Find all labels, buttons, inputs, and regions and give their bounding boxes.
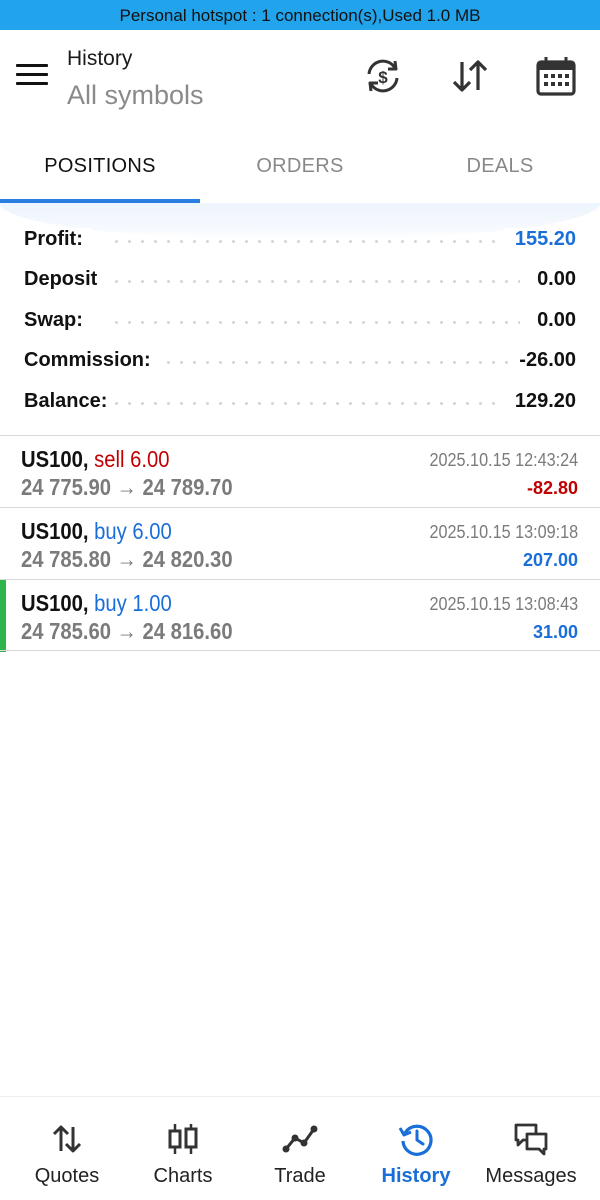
- sort-icon[interactable]: [448, 54, 492, 98]
- dotted-leader: [110, 402, 520, 405]
- nav-label: Messages: [485, 1165, 577, 1187]
- candlestick-icon: [168, 1124, 198, 1154]
- trade-time: 2025.10.15 13:08:43: [429, 594, 578, 614]
- summary-row-commission: Commission: -26.00: [0, 341, 600, 381]
- nav-charts[interactable]: Charts: [123, 1097, 243, 1200]
- quotes-arrows-icon: [52, 1125, 82, 1153]
- trade-side: buy 1.00: [94, 590, 172, 616]
- price-range: 24 775.90 → 24 789.70: [21, 474, 233, 500]
- position-row-selected[interactable]: US100, buy 1.00 24 785.60 → 24 816.60 20…: [0, 580, 600, 652]
- dotted-leader: [110, 321, 520, 324]
- dotted-leader: [110, 240, 520, 243]
- summary-label: Commission:: [24, 349, 159, 372]
- nav-messages[interactable]: Messages: [471, 1097, 591, 1200]
- summary-value: 0.00: [527, 268, 576, 291]
- calendar-icon[interactable]: [534, 54, 578, 98]
- dotted-leader: [110, 361, 520, 364]
- nav-label: History: [381, 1165, 451, 1187]
- symbol-filter[interactable]: All symbols: [67, 80, 204, 111]
- trade-profit: -82.80: [526, 478, 578, 498]
- history-clock-icon: [398, 1124, 433, 1156]
- summary-row-balance: Balance: 129.20: [0, 382, 600, 422]
- trade-side: sell 6.00: [94, 446, 170, 472]
- chat-bubbles-icon: [514, 1123, 548, 1156]
- dotted-leader: [110, 280, 520, 283]
- nav-quotes[interactable]: Quotes: [7, 1097, 127, 1200]
- tab-deals[interactable]: DEALS: [400, 130, 600, 204]
- summary-row-deposit: Deposit 0.00: [0, 260, 600, 300]
- summary-value: 129.20: [504, 390, 576, 413]
- app-bar: History All symbols $: [0, 30, 600, 130]
- summary-value: 155.20: [504, 228, 576, 251]
- trade-time: 2025.10.15 12:43:24: [429, 450, 578, 470]
- bottom-navigation: Quotes Charts Trade History Messages: [0, 1096, 600, 1200]
- summary-value: -26.00: [509, 349, 576, 372]
- nav-trade[interactable]: Trade: [240, 1097, 360, 1200]
- menu-button[interactable]: [16, 64, 50, 90]
- trade-time: 2025.10.15 13:09:18: [429, 522, 578, 542]
- trade-profit: 207.00: [522, 550, 578, 570]
- summary-value: 0.00: [527, 309, 576, 332]
- position-row[interactable]: US100, sell 6.00 24 775.90 → 24 789.70 2…: [0, 436, 600, 508]
- nav-label: Quotes: [34, 1165, 100, 1187]
- price-range: 24 785.80 → 24 820.30: [21, 546, 233, 572]
- tab-orders[interactable]: ORDERS: [200, 130, 400, 204]
- svg-text:$: $: [378, 68, 388, 87]
- summary-row-swap: Swap: 0.00: [0, 301, 600, 341]
- summary-label: Profit:: [24, 228, 91, 251]
- position-row[interactable]: US100, buy 6.00 24 785.80 → 24 820.30 20…: [0, 508, 600, 580]
- divider: [0, 650, 600, 651]
- page-title: History: [67, 47, 133, 70]
- symbol-name: US100,: [21, 518, 89, 544]
- trend-line-icon: [282, 1125, 318, 1153]
- tab-positions[interactable]: POSITIONS: [0, 130, 200, 204]
- selection-marker: [0, 580, 6, 652]
- position-title: US100, buy 1.00: [21, 590, 172, 617]
- nav-history[interactable]: History: [356, 1097, 476, 1200]
- summary-row-profit: Profit: 155.20: [0, 220, 600, 260]
- symbol-name: US100,: [21, 590, 89, 616]
- trade-profit: 31.00: [532, 622, 578, 642]
- hotspot-status-bar: Personal hotspot : 1 connection(s),Used …: [0, 0, 600, 30]
- summary-label: Swap:: [24, 309, 91, 332]
- trade-side: buy 6.00: [94, 518, 172, 544]
- tab-bar: POSITIONS ORDERS DEALS: [0, 130, 600, 204]
- symbol-name: US100,: [21, 446, 89, 472]
- position-title: US100, sell 6.00: [21, 446, 170, 473]
- nav-label: Trade: [274, 1165, 326, 1187]
- position-title: US100, buy 6.00: [21, 518, 172, 545]
- nav-label: Charts: [153, 1165, 213, 1187]
- summary-label: Deposit: [24, 268, 106, 291]
- price-range: 24 785.60 → 24 816.60: [21, 618, 233, 644]
- summary-label: Balance:: [24, 390, 116, 413]
- currency-exchange-icon[interactable]: $: [361, 54, 405, 98]
